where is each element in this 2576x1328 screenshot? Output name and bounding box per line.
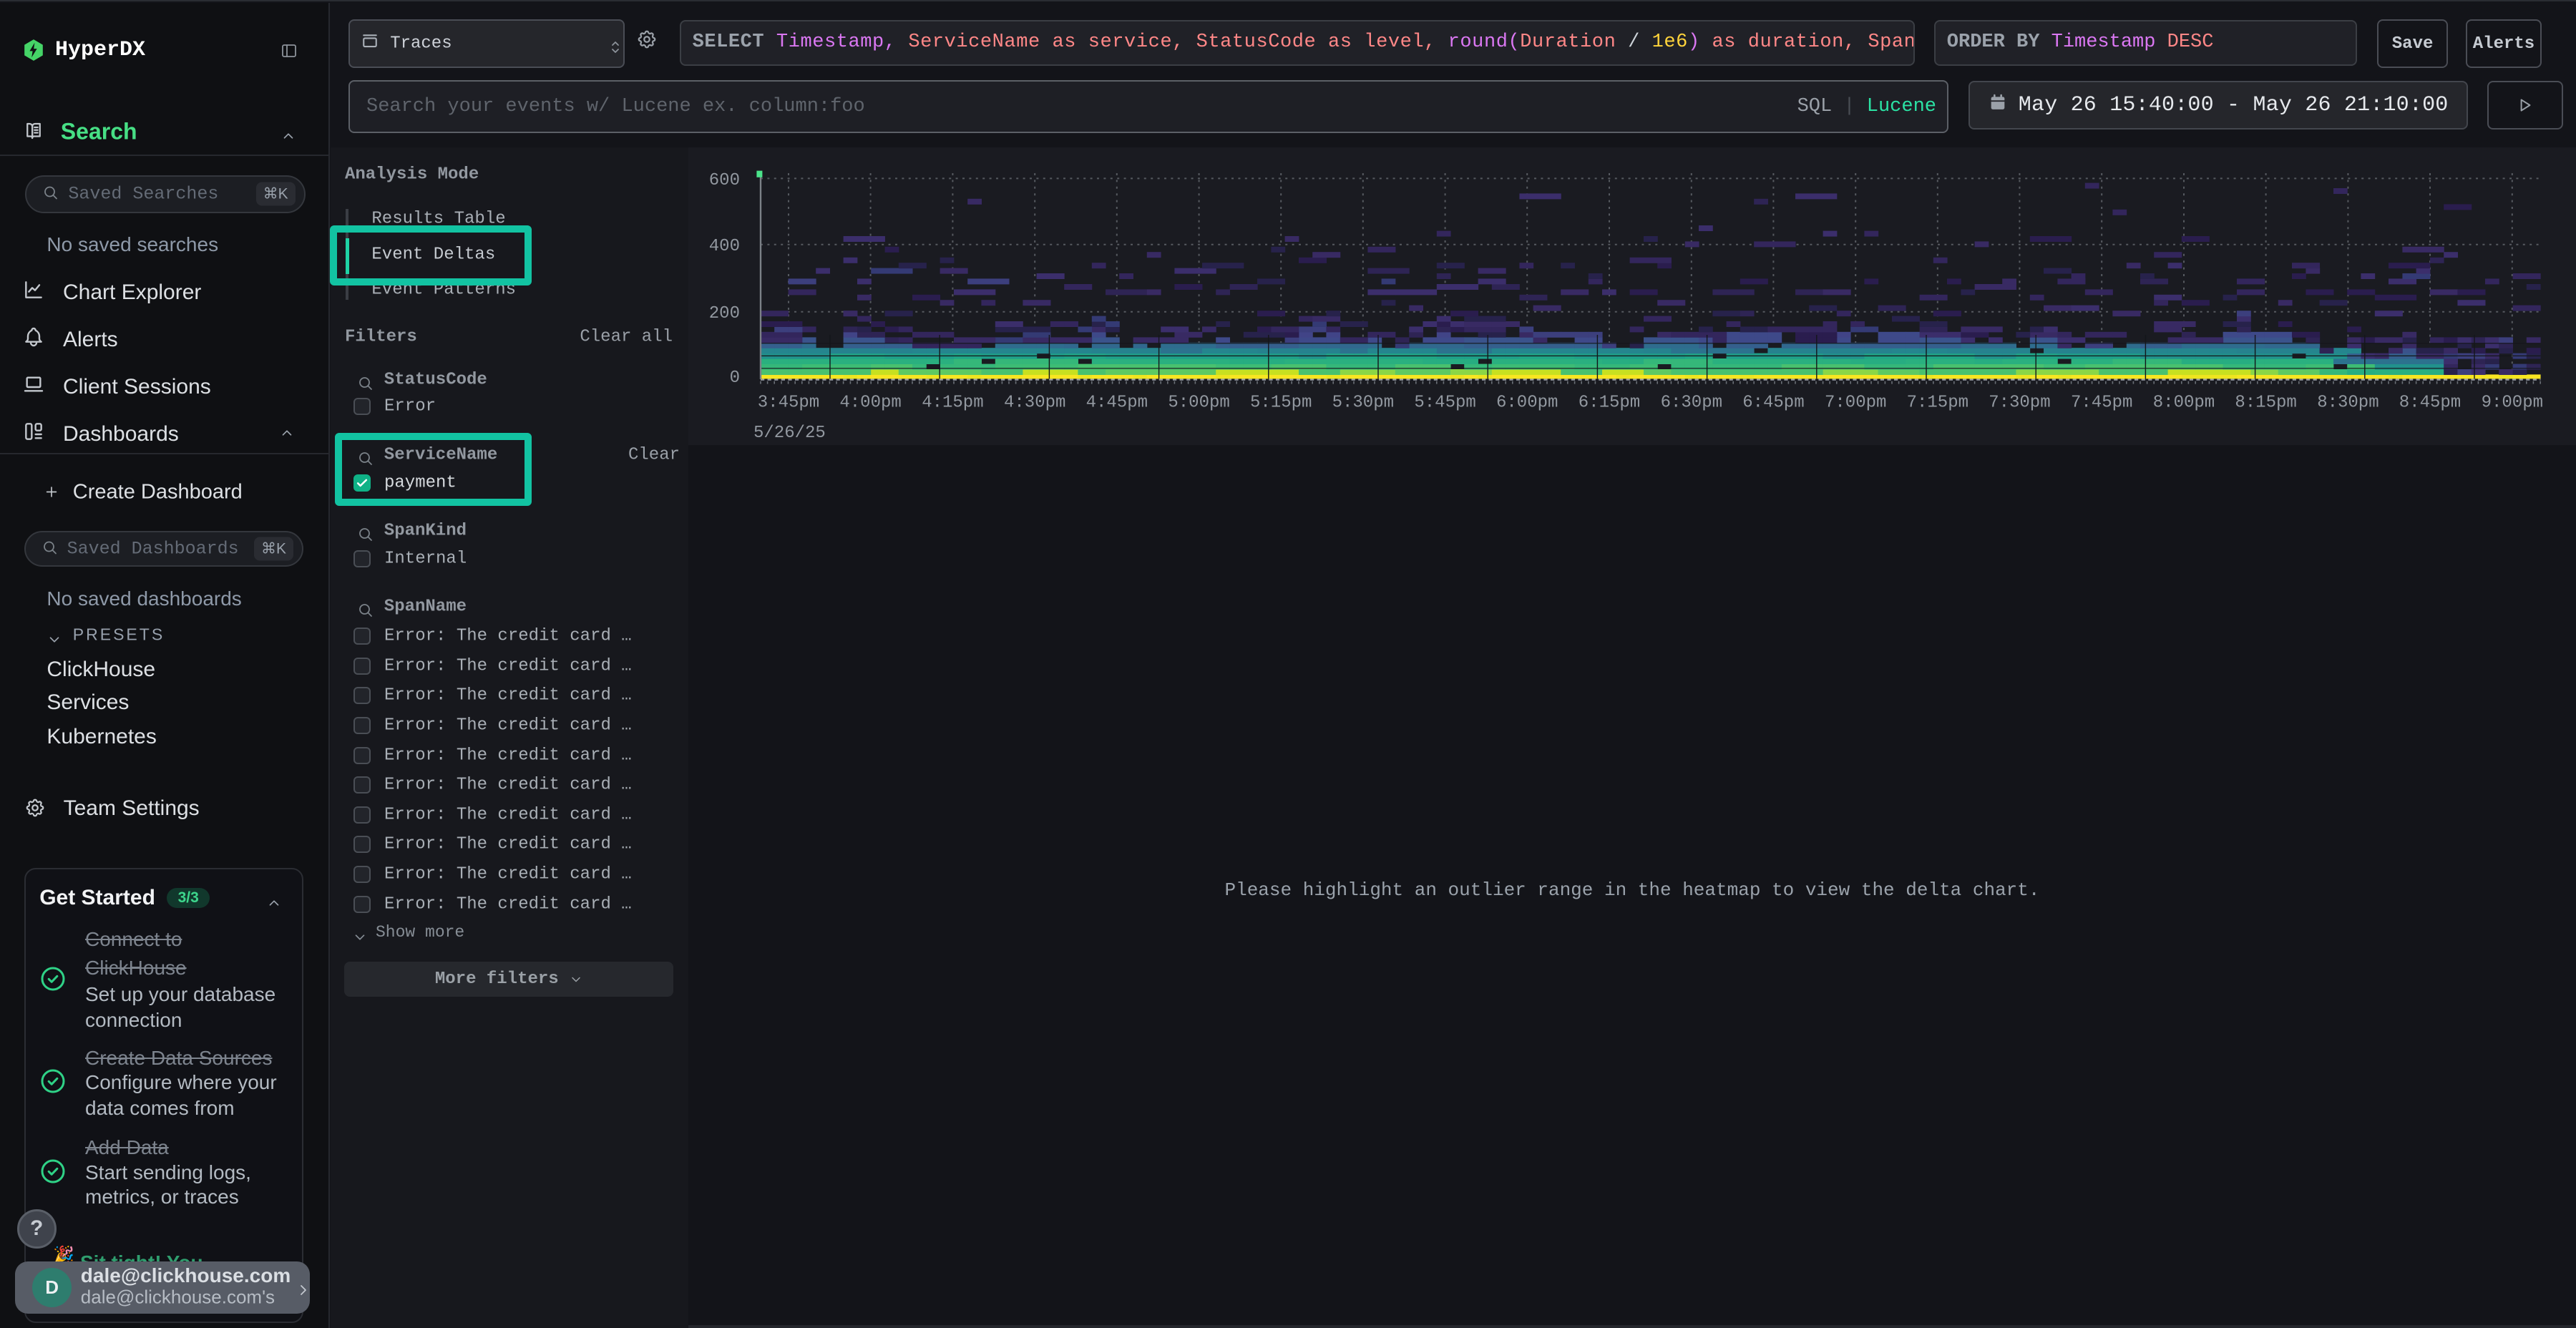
svg-text:8:45pm: 8:45pm [2399,393,2461,412]
svg-text:6:15pm: 6:15pm [1579,393,1640,412]
svg-text:5:30pm: 5:30pm [1332,393,1394,412]
svg-text:5:45pm: 5:45pm [1414,393,1475,412]
svg-text:4:00pm: 4:00pm [839,393,901,412]
svg-text:8:30pm: 8:30pm [2317,393,2379,412]
svg-text:4:15pm: 4:15pm [922,393,983,412]
svg-text:7:45pm: 7:45pm [2071,393,2132,412]
svg-text:6:45pm: 6:45pm [1742,393,1804,412]
svg-text:0: 0 [730,368,740,388]
svg-text:3:45pm: 3:45pm [758,393,819,412]
svg-text:5:15pm: 5:15pm [1250,393,1312,412]
svg-text:600: 600 [709,171,740,190]
svg-text:9:00pm: 9:00pm [2482,393,2543,412]
svg-text:8:15pm: 8:15pm [2235,393,2296,412]
svg-text:4:30pm: 4:30pm [1004,393,1065,412]
svg-text:4:45pm: 4:45pm [1086,393,1148,412]
svg-text:7:00pm: 7:00pm [1825,393,1886,412]
svg-text:400: 400 [709,237,740,256]
svg-text:200: 200 [709,304,740,323]
svg-text:7:15pm: 7:15pm [1907,393,1968,412]
svg-text:6:00pm: 6:00pm [1496,393,1558,412]
svg-text:7:30pm: 7:30pm [1989,393,2050,412]
svg-text:5:00pm: 5:00pm [1168,393,1229,412]
svg-text:6:30pm: 6:30pm [1661,393,1722,412]
svg-text:8:00pm: 8:00pm [2153,393,2215,412]
svg-text:5/26/25: 5/26/25 [753,424,826,443]
